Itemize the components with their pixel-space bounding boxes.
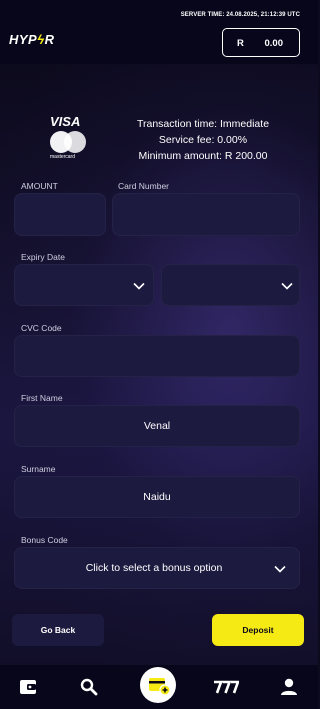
- expiry-month-select[interactable]: [14, 264, 154, 306]
- mastercard-logo: [50, 131, 86, 153]
- slots-777-icon[interactable]: [213, 677, 240, 697]
- balance-amount: 0.00: [264, 38, 284, 49]
- chevron-down-icon: [274, 565, 286, 573]
- mastercard-wordmark: mastercard: [50, 154, 76, 160]
- service-fee: Service fee: 0.00%: [158, 134, 248, 146]
- cvc-input[interactable]: [14, 335, 300, 377]
- bonus-code-value: Click to select a bonus option: [85, 562, 223, 574]
- bonus-code-label: Bonus Code: [21, 535, 68, 545]
- cashier-button[interactable]: [140, 667, 176, 703]
- cashier-icon: [149, 678, 171, 696]
- bonus-code-select[interactable]: Click to select a bonus option: [14, 547, 300, 589]
- deposit-screen: SERVER TIME: 24.08.2025, 21:12:39 UTC HY…: [0, 0, 318, 709]
- balance-button[interactable]: R 0.00: [222, 28, 300, 57]
- surname-value: Naidu: [143, 491, 171, 503]
- minimum-amount: Minimum amount: R 200.00: [138, 150, 268, 162]
- top-bar: SERVER TIME: 24.08.2025, 21:12:39 UTC HY…: [0, 0, 318, 64]
- first-name-input[interactable]: Venal: [14, 405, 300, 447]
- amount-label: AMOUNT: [21, 181, 58, 191]
- expiry-date-label: Expiry Date: [21, 252, 65, 262]
- transaction-time: Transaction time: Immediate: [136, 118, 270, 130]
- cvc-label: CVC Code: [21, 323, 62, 333]
- go-back-button[interactable]: Go Back: [12, 614, 104, 646]
- deposit-button[interactable]: Deposit: [212, 614, 304, 646]
- chevron-down-icon: [133, 282, 145, 290]
- mastercard-circle-right: [64, 131, 86, 153]
- card-number-input[interactable]: [112, 193, 300, 236]
- surname-input[interactable]: Naidu: [14, 476, 300, 518]
- logo-main: HYP: [9, 32, 38, 47]
- amount-input[interactable]: [14, 193, 106, 236]
- card-number-label: Card Number: [118, 181, 170, 191]
- first-name-value: Venal: [143, 420, 171, 432]
- expiry-year-select[interactable]: [161, 264, 300, 306]
- logo-tail: R: [44, 32, 55, 47]
- logo-bolt: ϟ: [37, 32, 45, 47]
- surname-label: Surname: [21, 464, 56, 474]
- first-name-label: First Name: [21, 393, 63, 403]
- server-time: SERVER TIME: 24.08.2025, 21:12:39 UTC: [180, 12, 300, 18]
- card-brand-logos: VISA mastercard: [46, 114, 90, 164]
- hyper-logo[interactable]: HYPϟR: [9, 32, 55, 47]
- balance-currency: R: [237, 38, 244, 49]
- profile-icon[interactable]: [279, 677, 299, 697]
- wallet-icon[interactable]: [18, 677, 38, 697]
- visa-logo: VISA: [50, 114, 81, 129]
- payment-info: Transaction time: Immediate Service fee:…: [128, 116, 278, 164]
- search-icon[interactable]: [79, 677, 99, 697]
- chevron-down-icon: [281, 282, 293, 290]
- bottom-navigation: [0, 665, 318, 709]
